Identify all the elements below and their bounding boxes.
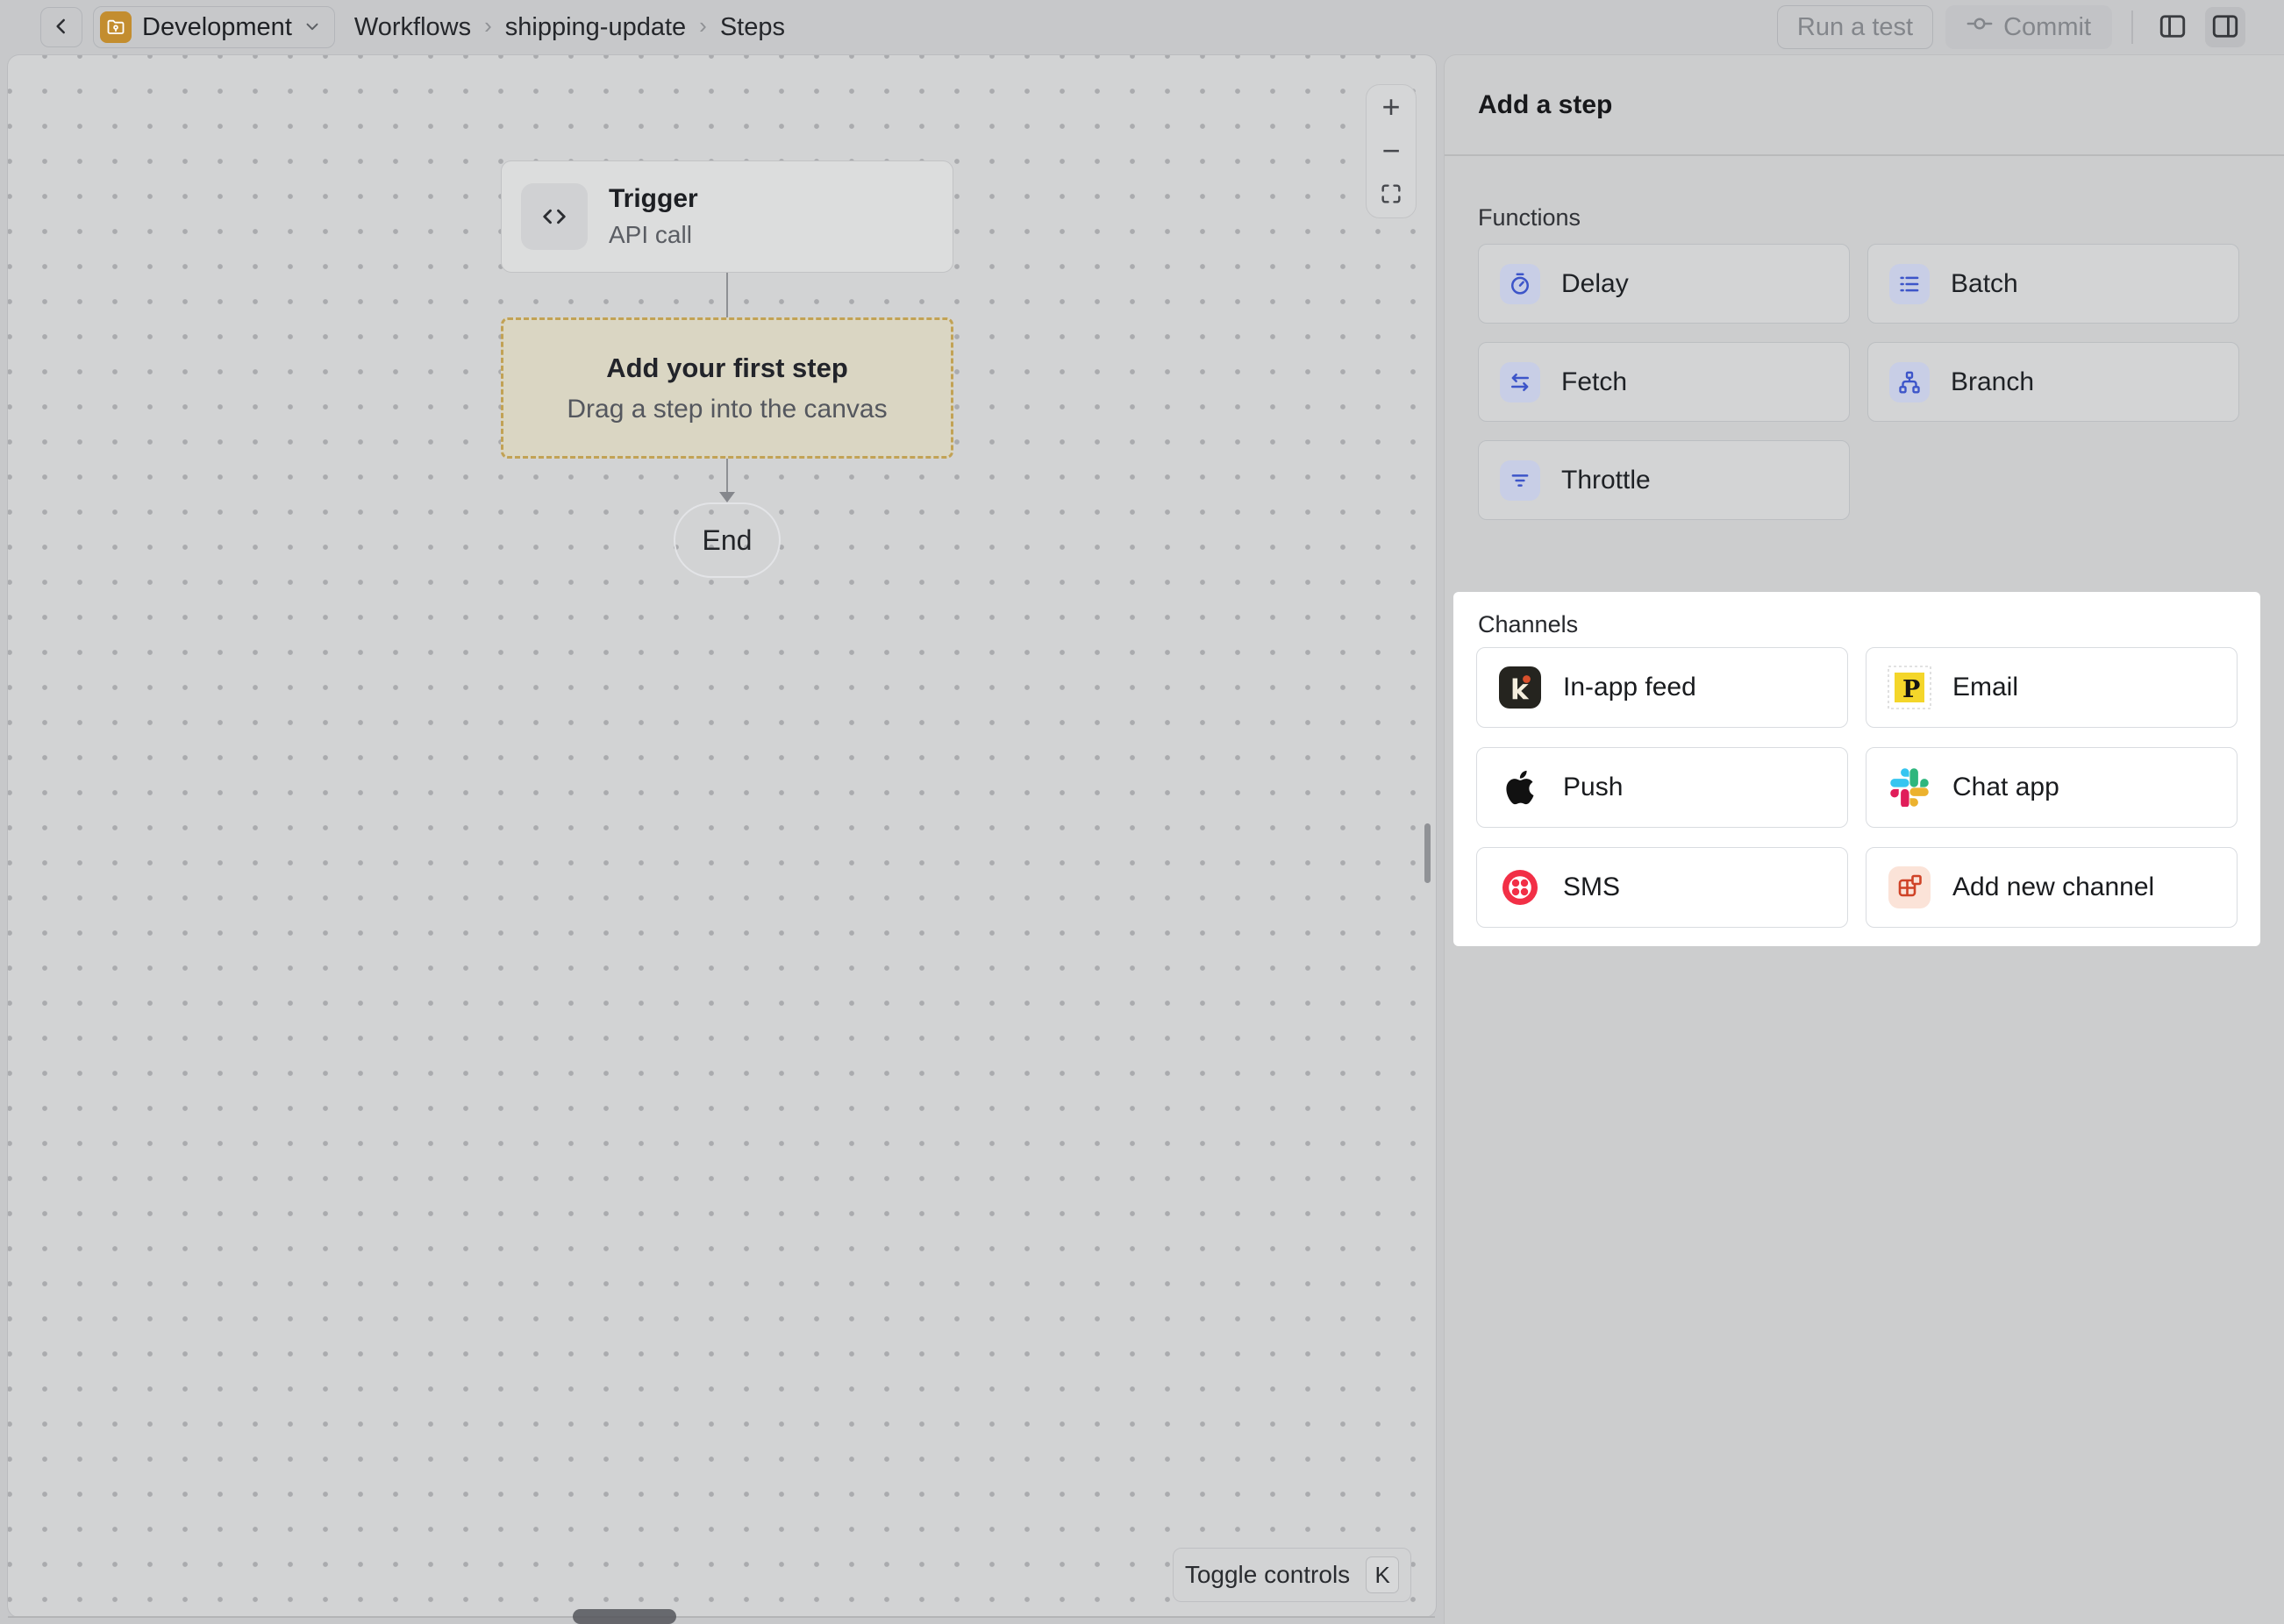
- swap-arrows-icon: [1500, 362, 1540, 402]
- tile-label: Push: [1563, 773, 1623, 802]
- function-tile-batch[interactable]: Batch: [1867, 244, 2239, 324]
- tile-label: Fetch: [1561, 367, 1627, 397]
- trigger-node-text: Trigger API call: [609, 184, 698, 249]
- breadcrumb-separator: ›: [699, 12, 707, 39]
- channels-grid: k In-app feed P Email: [1476, 647, 2238, 928]
- zoom-in-button[interactable]: +: [1367, 85, 1416, 129]
- tile-label: Batch: [1951, 269, 2018, 299]
- trigger-node-subtitle: API call: [609, 221, 698, 249]
- end-node: End: [674, 502, 781, 578]
- toggle-left-panel-button[interactable]: [2152, 7, 2193, 47]
- app-root: Development Workflows › shipping-update …: [0, 0, 2284, 1624]
- commit-button[interactable]: Commit: [1945, 5, 2112, 49]
- dropzone-subtitle: Drag a step into the canvas: [567, 395, 887, 424]
- list-icon: [1889, 264, 1930, 304]
- toggle-right-panel-button[interactable]: [2205, 7, 2245, 47]
- horizontal-scrollbar-track: [8, 1616, 1435, 1618]
- toggle-controls-label: Toggle controls: [1185, 1561, 1350, 1589]
- function-tile-branch[interactable]: Branch: [1867, 342, 2239, 422]
- panel-header: Add a step: [1445, 55, 2284, 156]
- channel-tile-in-app-feed[interactable]: k In-app feed: [1476, 647, 1848, 728]
- tile-label: SMS: [1563, 873, 1620, 902]
- edge-connector: [726, 459, 728, 495]
- panel-left-icon: [2157, 11, 2188, 45]
- twilio-logo: [1498, 865, 1542, 909]
- arrowhead-icon: [719, 492, 735, 502]
- commit-label: Commit: [2003, 13, 2091, 42]
- keyboard-shortcut-badge: K: [1366, 1556, 1399, 1593]
- add-first-step-dropzone[interactable]: Add your first step Drag a step into the…: [501, 317, 953, 459]
- trigger-node[interactable]: Trigger API call: [501, 160, 953, 273]
- environment-folder-icon: [100, 11, 132, 43]
- chevron-left-icon: [50, 27, 73, 40]
- zoom-out-button[interactable]: −: [1367, 129, 1416, 173]
- breadcrumb-workflows[interactable]: Workflows: [354, 13, 471, 42]
- horizontal-scrollbar[interactable]: [573, 1609, 676, 1624]
- channel-tile-chat-app[interactable]: Chat app: [1866, 747, 2238, 828]
- tile-label: Delay: [1561, 269, 1629, 299]
- functions-grid: Delay Batch Fetch: [1478, 244, 2239, 520]
- function-tile-delay[interactable]: Delay: [1478, 244, 1850, 324]
- add-step-panel: Add a step Functions Delay Batch: [1444, 54, 2284, 1624]
- postmark-logo: P: [1888, 666, 1931, 709]
- knock-logo: k: [1498, 666, 1542, 709]
- edge-connector: [726, 273, 728, 317]
- channel-tile-sms[interactable]: SMS: [1476, 847, 1848, 928]
- channel-tile-email[interactable]: P Email: [1866, 647, 2238, 728]
- workflow-canvas[interactable]: Trigger API call Add your first step Dra…: [7, 54, 1437, 1618]
- add-channel-icon: [1888, 865, 1931, 909]
- dropzone-title: Add your first step: [606, 353, 848, 384]
- back-button[interactable]: [40, 7, 82, 47]
- run-test-button[interactable]: Run a test: [1777, 5, 1933, 49]
- function-tile-throttle[interactable]: Throttle: [1478, 440, 1850, 520]
- commit-icon: [1966, 11, 1993, 44]
- toggle-controls-button[interactable]: Toggle controls K: [1173, 1548, 1411, 1602]
- filter-lines-icon: [1500, 460, 1540, 501]
- breadcrumb: Workflows › shipping-update › Steps: [354, 13, 785, 42]
- chevron-down-icon: [303, 17, 322, 39]
- hierarchy-icon: [1889, 362, 1930, 402]
- fit-view-button[interactable]: [1367, 174, 1416, 217]
- panel-title: Add a step: [1478, 90, 1612, 120]
- trigger-node-title: Trigger: [609, 184, 698, 214]
- stopwatch-icon: [1500, 264, 1540, 304]
- breadcrumb-current-page: Steps: [720, 13, 785, 42]
- channel-tile-add-new[interactable]: Add new channel: [1866, 847, 2238, 928]
- environment-label: Development: [142, 13, 292, 42]
- panel-right-icon: [2209, 11, 2241, 45]
- tile-label: Branch: [1951, 367, 2034, 397]
- slack-logo: [1888, 766, 1931, 809]
- tile-label: Throttle: [1561, 466, 1651, 495]
- zoom-controls: + −: [1366, 84, 1417, 218]
- tile-label: In-app feed: [1563, 673, 1696, 702]
- environment-selector[interactable]: Development: [93, 6, 335, 48]
- vertical-scrollbar[interactable]: [1424, 823, 1431, 883]
- end-node-label: End: [703, 524, 753, 557]
- channels-heading: Channels: [1478, 611, 1578, 638]
- apple-logo: [1498, 766, 1542, 809]
- topbar-actions: Run a test Commit: [1777, 5, 2245, 49]
- svg-text:P: P: [1902, 676, 1920, 703]
- tile-label: Chat app: [1952, 773, 2059, 802]
- channels-spotlight: Channels k In-app feed: [1453, 592, 2260, 946]
- code-icon: [521, 183, 588, 250]
- divider: [2131, 11, 2133, 44]
- topbar: Development Workflows › shipping-update …: [0, 0, 2284, 54]
- breadcrumb-workflow-name[interactable]: shipping-update: [505, 13, 686, 42]
- fit-view-icon: [1379, 177, 1403, 214]
- breadcrumb-separator: ›: [484, 12, 492, 39]
- functions-heading: Functions: [1478, 204, 1581, 231]
- tile-label: Email: [1952, 673, 2018, 702]
- tile-label: Add new channel: [1952, 873, 2154, 902]
- function-tile-fetch[interactable]: Fetch: [1478, 342, 1850, 422]
- channel-tile-push[interactable]: Push: [1476, 747, 1848, 828]
